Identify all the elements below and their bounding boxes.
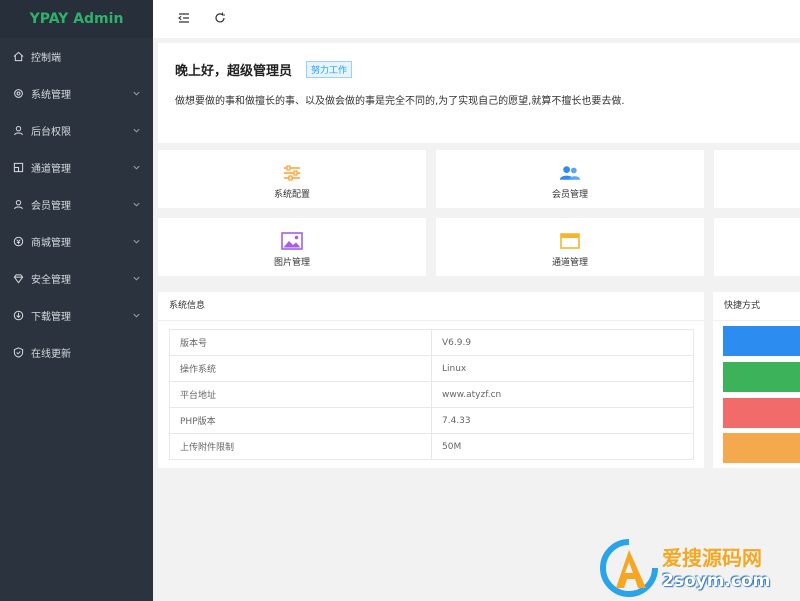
welcome-card: 晚上好，超级管理员 努力工作 做想要做的事和做擅长的事、以及做会做的事是完全不同… xyxy=(158,43,800,143)
info-value: www.atyzf.cn xyxy=(431,381,694,408)
quick-links-panel: 快捷方式 xyxy=(713,292,800,468)
sidebar-item-dashboard[interactable]: 控制端 xyxy=(0,38,153,75)
status-badge: 努力工作 xyxy=(306,61,353,78)
download-icon xyxy=(13,310,24,321)
info-value: 50M xyxy=(431,433,694,460)
info-key: 平台地址 xyxy=(169,381,432,408)
sidebar-item-admin-permissions[interactable]: 后台权限 xyxy=(0,112,153,149)
top-bar xyxy=(153,0,800,38)
table-row: 平台地址 www.atyzf.cn xyxy=(169,381,694,408)
panel-title: 快捷方式 xyxy=(713,292,800,321)
sidebar-item-label: 会员管理 xyxy=(31,201,71,212)
info-value: 7.4.33 xyxy=(431,407,694,434)
chevron-down-icon xyxy=(133,276,140,281)
tile-label: 会员管理 xyxy=(551,190,588,200)
watermark: 爱搜源码网 2soym.com xyxy=(598,538,798,598)
info-key: PHP版本 xyxy=(169,407,432,434)
panel-title: 系统信息 xyxy=(158,292,704,321)
sidebar-item-label: 控制端 xyxy=(31,53,61,64)
sidebar-item-online-update[interactable]: 在线更新 xyxy=(0,334,153,371)
info-key: 操作系统 xyxy=(169,355,432,382)
sidebar-item-system[interactable]: 系统管理 xyxy=(0,75,153,112)
quick-link-button[interactable] xyxy=(723,326,800,356)
chevron-down-icon xyxy=(133,313,140,318)
quick-link-button[interactable] xyxy=(723,433,800,463)
info-key: 版本号 xyxy=(169,329,432,356)
collapse-menu-icon[interactable] xyxy=(177,11,191,25)
watermark-logo-icon xyxy=(600,539,658,597)
info-value: V6.9.9 xyxy=(431,329,694,356)
shop-icon xyxy=(13,236,24,247)
sidebar: YPAY Admin 控制端 系统管理 后台权限 通道管理 会员管理 商城管理 … xyxy=(0,0,153,601)
info-key: 上传附件限制 xyxy=(169,433,432,460)
sidebar-item-security[interactable]: 安全管理 xyxy=(0,260,153,297)
refresh-icon[interactable] xyxy=(213,11,227,25)
watermark-url: 2soym.com xyxy=(662,571,771,591)
app-logo[interactable]: YPAY Admin xyxy=(0,0,153,38)
window-icon xyxy=(560,233,580,249)
shortcut-tile-members[interactable]: 会员管理 xyxy=(436,150,704,208)
diamond-icon xyxy=(13,273,24,284)
chevron-down-icon xyxy=(133,128,140,133)
sidebar-item-label: 安全管理 xyxy=(31,275,71,286)
info-value: Linux xyxy=(431,355,694,382)
chevron-down-icon xyxy=(133,202,140,207)
tile-label: 系统配置 xyxy=(273,190,310,200)
shortcut-tile-placeholder[interactable] xyxy=(714,150,800,208)
tile-label: 通道管理 xyxy=(551,258,588,268)
shortcut-tile-channels[interactable]: 通道管理 xyxy=(436,218,704,276)
image-icon xyxy=(281,232,303,250)
shortcut-tile-system-config[interactable]: 系统配置 xyxy=(158,150,426,208)
greeting-title: 晚上好，超级管理员 xyxy=(175,64,293,79)
system-info-table: 版本号 V6.9.9 操作系统 Linux 平台地址 www.atyzf.cn … xyxy=(169,329,694,460)
table-row: 上传附件限制 50M xyxy=(169,433,694,460)
sidebar-item-members[interactable]: 会员管理 xyxy=(0,186,153,223)
sidebar-item-label: 在线更新 xyxy=(31,349,71,360)
sidebar-item-label: 后台权限 xyxy=(31,127,71,138)
watermark-text: 爱搜源码网 xyxy=(662,546,762,570)
sidebar-item-label: 商城管理 xyxy=(31,238,71,249)
gear-icon xyxy=(13,88,24,99)
user-icon xyxy=(13,199,24,210)
table-row: 操作系统 Linux xyxy=(169,355,694,382)
sidebar-item-downloads[interactable]: 下载管理 xyxy=(0,297,153,334)
sidebar-item-label: 下载管理 xyxy=(31,312,71,323)
chevron-down-icon xyxy=(133,91,140,96)
quick-link-button[interactable] xyxy=(723,362,800,392)
system-info-panel: 系统信息 版本号 V6.9.9 操作系统 Linux 平台地址 www.atyz… xyxy=(158,292,704,468)
sidebar-item-channels[interactable]: 通道管理 xyxy=(0,149,153,186)
motto-text: 做想要做的事和做擅长的事、以及做会做的事是完全不同的,为了实现自己的愿望,就算不… xyxy=(175,96,625,107)
user-icon xyxy=(13,125,24,136)
sliders-icon xyxy=(284,165,300,181)
channel-icon xyxy=(13,162,24,173)
chevron-down-icon xyxy=(133,165,140,170)
shortcut-tile-placeholder[interactable] xyxy=(714,218,800,276)
tile-label: 图片管理 xyxy=(273,258,310,268)
table-row: 版本号 V6.9.9 xyxy=(169,329,694,356)
quick-link-button[interactable] xyxy=(723,398,800,428)
users-icon xyxy=(559,166,581,180)
chevron-down-icon xyxy=(133,239,140,244)
shield-icon xyxy=(13,347,24,358)
home-icon xyxy=(13,51,24,62)
sidebar-item-label: 系统管理 xyxy=(31,90,71,101)
table-row: PHP版本 7.4.33 xyxy=(169,407,694,434)
sidebar-item-label: 通道管理 xyxy=(31,164,71,175)
sidebar-item-shop[interactable]: 商城管理 xyxy=(0,223,153,260)
shortcut-tile-images[interactable]: 图片管理 xyxy=(158,218,426,276)
